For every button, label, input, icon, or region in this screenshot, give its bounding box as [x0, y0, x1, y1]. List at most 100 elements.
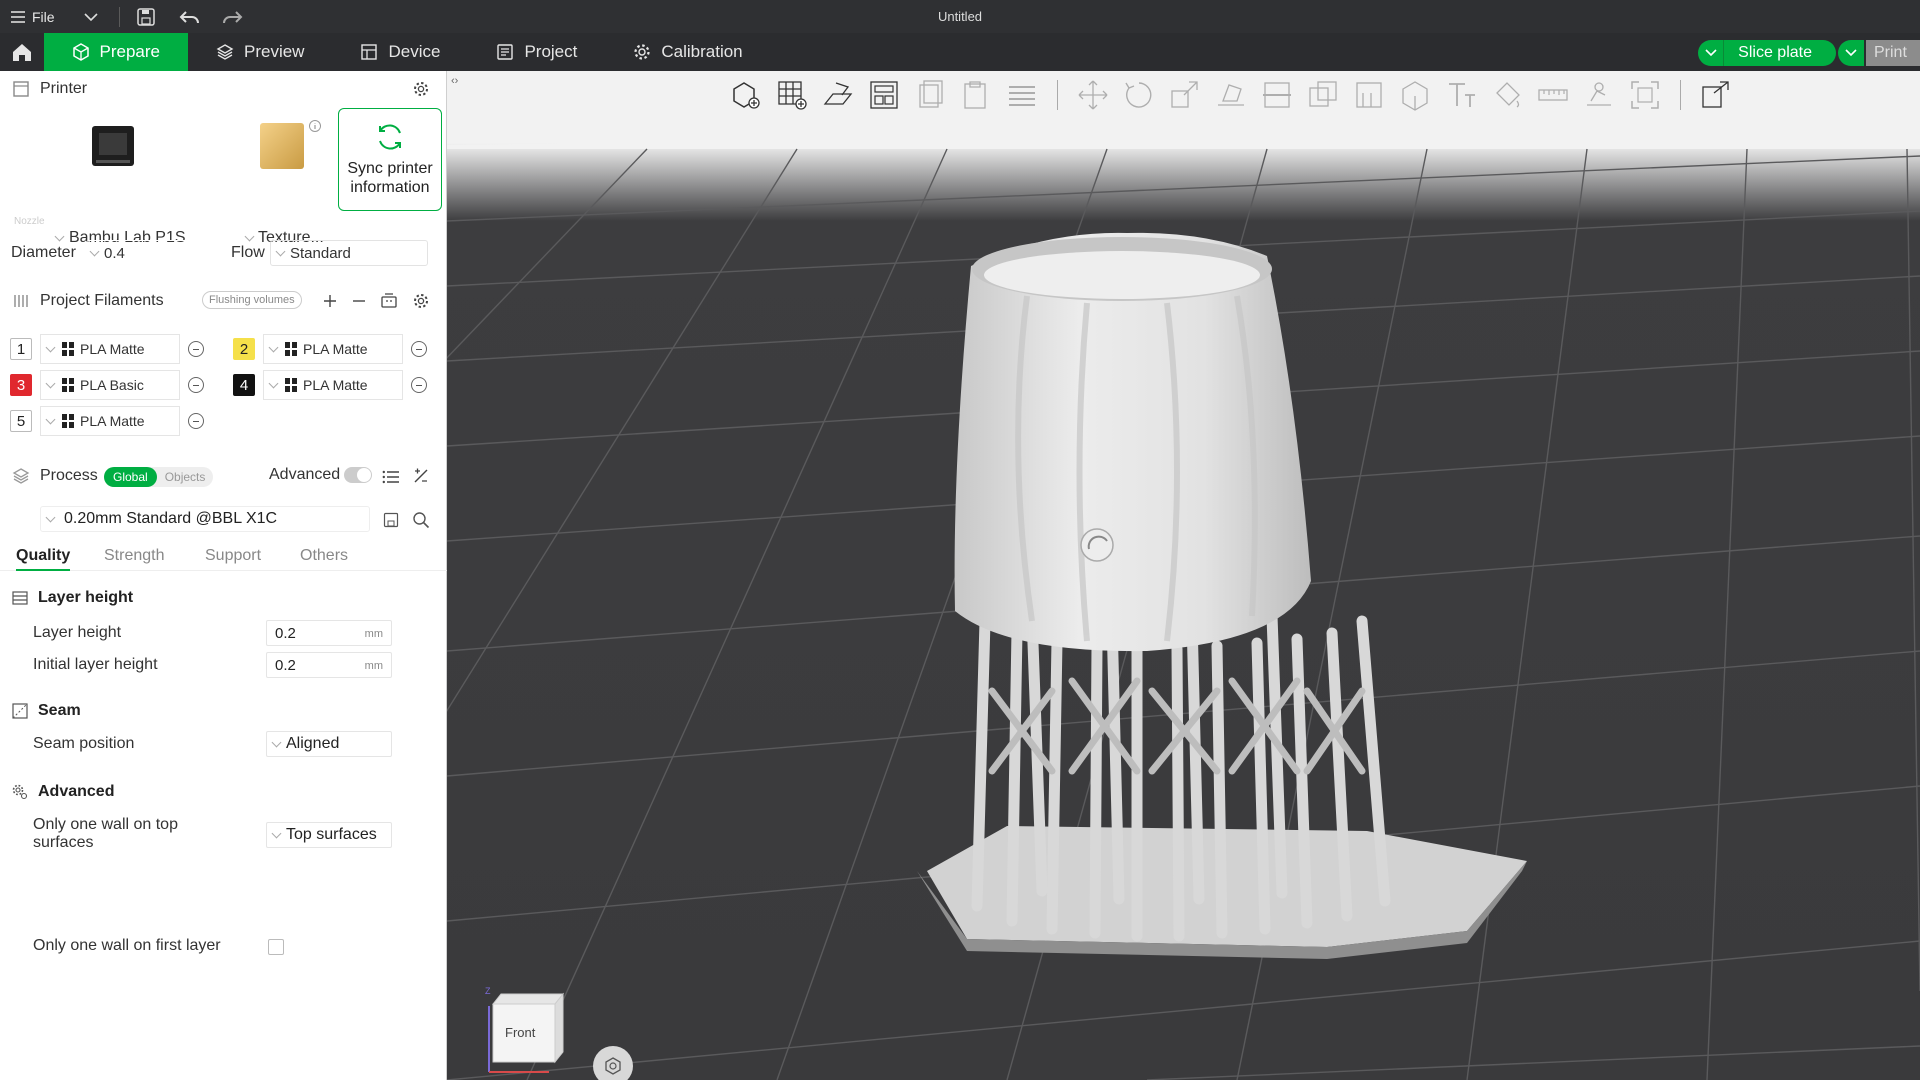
seam-paint-tool[interactable] [1396, 76, 1434, 114]
tab-strength[interactable]: Strength [104, 547, 164, 565]
advanced-toggle-label: Advanced [269, 466, 341, 483]
text-icon [1449, 83, 1475, 107]
process-preset-dropdown[interactable]: 0.20mm Standard @BBL X1C [40, 506, 370, 532]
seam-position-dropdown[interactable]: Aligned [266, 731, 392, 757]
advanced-toggle-switch[interactable] [344, 467, 372, 483]
tab-others[interactable]: Others [300, 547, 348, 565]
text-tool[interactable] [1442, 76, 1480, 114]
tab-project[interactable]: Project [468, 33, 605, 71]
view-navigation-cube[interactable]: Z Front [475, 986, 565, 1080]
global-option[interactable]: Global [104, 467, 157, 487]
ams-sync-icon[interactable] [380, 292, 398, 310]
split-icon [1702, 81, 1729, 108]
axis-z-label: Z [485, 986, 491, 996]
filament-name: PLA Matte [303, 377, 368, 393]
arrange-icon [870, 81, 898, 109]
remove-filament-icon[interactable] [351, 293, 367, 309]
filament-slot-2[interactable]: 2 PLA Matte [233, 334, 427, 364]
add-filament-icon[interactable] [322, 293, 338, 309]
scale-tool[interactable] [1166, 76, 1204, 114]
paste-tool[interactable] [957, 76, 995, 114]
3d-viewport[interactable]: ‹› Z Front [447, 71, 1920, 1080]
filament-type-dropdown[interactable]: PLA Basic [40, 370, 180, 400]
layer-height-group-title: Layer height [38, 589, 134, 606]
objects-option[interactable]: Objects [157, 467, 214, 487]
flushing-volumes-button[interactable]: Flushing volumes [202, 291, 302, 309]
arrange-tool[interactable] [865, 76, 903, 114]
tab-prepare[interactable]: Prepare [44, 33, 188, 71]
lay-on-face-tool[interactable] [1212, 76, 1250, 114]
filament-number: 4 [233, 374, 255, 396]
tab-preview[interactable]: Preview [188, 33, 332, 71]
chevron-down-icon [1845, 49, 1857, 57]
filament-type-dropdown[interactable]: PLA Matte [40, 406, 180, 436]
remove-filament-circle-icon[interactable] [188, 413, 204, 429]
filament-type-dropdown[interactable]: PLA Matte [40, 334, 180, 364]
compare-presets-icon[interactable] [412, 467, 430, 485]
home-button[interactable] [0, 33, 44, 71]
assembly-tool[interactable] [1580, 76, 1618, 114]
remove-filament-circle-icon[interactable] [411, 341, 427, 357]
undo-icon[interactable] [178, 7, 202, 27]
filament-slot-5[interactable]: 5 PLA Matte [10, 406, 204, 436]
filament-icon [14, 295, 28, 307]
boolean-tool[interactable] [1304, 76, 1342, 114]
camera-view-button[interactable] [593, 1046, 633, 1080]
plate-type-selector[interactable]: Texture... [238, 119, 334, 246]
print-plate-button[interactable]: Print [1866, 40, 1920, 66]
tab-device[interactable]: Device [332, 33, 468, 71]
auto-orient-tool[interactable] [819, 76, 857, 114]
slice-dropdown[interactable] [1698, 40, 1725, 66]
one-wall-first-checkbox[interactable] [268, 939, 284, 955]
layer-height-input[interactable]: 0.2 mm [266, 620, 392, 646]
copy-tool[interactable] [911, 76, 949, 114]
save-preset-icon[interactable] [383, 512, 399, 528]
remove-filament-circle-icon[interactable] [188, 341, 204, 357]
search-icon[interactable] [412, 511, 430, 529]
filament-slot-1[interactable]: 1 PLA Matte [10, 334, 204, 364]
filament-type-dropdown[interactable]: PLA Matte [263, 334, 403, 364]
remove-filament-circle-icon[interactable] [188, 377, 204, 393]
chevron-down-icon[interactable] [79, 9, 103, 25]
support-paint-tool[interactable] [1350, 76, 1388, 114]
settings-gear-icon[interactable] [412, 80, 430, 98]
filament-slot-3[interactable]: 3 PLA Basic [10, 370, 204, 400]
tab-quality[interactable]: Quality [16, 547, 71, 571]
fit-view-tool[interactable] [1626, 76, 1664, 114]
chevron-down-icon [54, 231, 65, 242]
rotate-tool[interactable] [1120, 76, 1158, 114]
tab-support[interactable]: Support [205, 547, 261, 565]
info-icon[interactable] [308, 119, 322, 133]
printer-model-selector[interactable]: Bambu Lab P1S [40, 119, 210, 246]
slice-plate-button[interactable]: Slice plate [1698, 40, 1836, 66]
flow-dropdown[interactable]: Standard [270, 240, 428, 266]
tab-calibration[interactable]: Calibration [605, 33, 770, 71]
color-paint-tool[interactable] [1488, 76, 1526, 114]
cut-tool[interactable] [1258, 76, 1296, 114]
filament-type-dropdown[interactable]: PLA Matte [263, 370, 403, 400]
split-objects-tool[interactable] [1697, 76, 1735, 114]
filament-settings-gear-icon[interactable] [412, 292, 430, 310]
save-icon[interactable] [136, 7, 156, 27]
initial-layer-height-input[interactable]: 0.2 mm [266, 652, 392, 678]
sync-printer-button[interactable]: Sync printer information [338, 108, 442, 211]
move-tool[interactable] [1074, 76, 1112, 114]
print-dropdown[interactable] [1838, 40, 1864, 66]
remove-filament-circle-icon[interactable] [411, 377, 427, 393]
printer-thumbnail [92, 126, 134, 166]
filament-slot-4[interactable]: 4 PLA Matte [233, 370, 427, 400]
one-wall-top-dropdown[interactable]: Top surfaces [266, 822, 392, 848]
global-objects-toggle[interactable]: Global Objects [104, 467, 214, 487]
redo-icon[interactable] [220, 7, 244, 27]
file-menu[interactable]: File [10, 9, 55, 25]
add-object-tool[interactable] [727, 76, 765, 114]
measure-tool[interactable] [1534, 76, 1572, 114]
collapse-sidebar-icon[interactable]: ‹› [451, 75, 458, 87]
flow-value: Standard [290, 244, 351, 262]
diameter-dropdown[interactable]: 0.4 [86, 240, 222, 266]
add-plate-tool[interactable] [773, 76, 811, 114]
one-wall-top-value: Top surfaces [286, 826, 377, 843]
list-view-icon[interactable] [382, 469, 400, 485]
filament-name: PLA Matte [80, 341, 145, 357]
layers-tool[interactable] [1003, 76, 1041, 114]
